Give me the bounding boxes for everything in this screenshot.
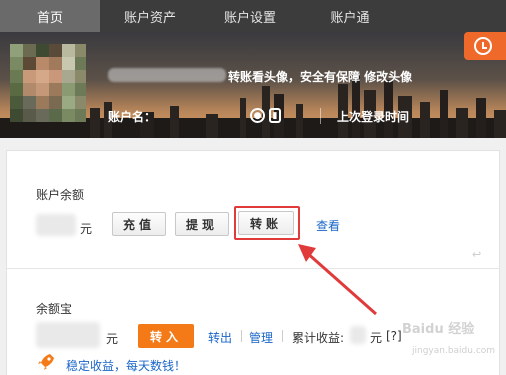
rocket-icon xyxy=(38,354,54,370)
yuebao-slogan-link[interactable]: 稳定收益，每天数钱！ xyxy=(66,357,186,374)
recharge-button[interactable]: 充值 xyxy=(112,212,166,236)
yuebao-unit: 元 xyxy=(106,332,119,346)
avatar-tip[interactable]: 转账看头像，安全有保障 修改头像 xyxy=(228,68,412,85)
user-verified-icon[interactable]: ● xyxy=(250,108,265,123)
transfer-in-button[interactable]: 转入 xyxy=(138,324,194,348)
tab-account-settings[interactable]: 账户设置 xyxy=(200,0,300,32)
yuebao-title: 余额宝 xyxy=(36,302,73,316)
section-divider xyxy=(6,268,500,269)
balance-amount-blurred xyxy=(36,214,76,236)
top-navigation: 首页 账户资产 账户设置 账户通 xyxy=(0,0,506,32)
cumulative-amount-blurred xyxy=(350,326,366,344)
profile-banner: 转账看头像，安全有保障 修改头像 账户名： ● ▮ 上次登录时间 xyxy=(0,32,506,138)
divider xyxy=(241,330,242,342)
account-name-label: 账户名： xyxy=(108,110,157,124)
identity-icons: ● ▮ xyxy=(250,108,281,123)
tab-account-pass[interactable]: 账户通 xyxy=(300,0,400,32)
username-blurred xyxy=(108,68,226,82)
cumulative-earnings-label: 累计收益: xyxy=(292,331,345,345)
watermark: Baidu 经验 xyxy=(402,322,475,337)
divider xyxy=(282,330,283,342)
transfer-out-link[interactable]: 转出 xyxy=(208,329,232,346)
avatar[interactable] xyxy=(10,44,86,122)
yuebao-amount-blurred xyxy=(36,322,100,348)
watermark-url: jingyan.baidu.com xyxy=(412,346,496,356)
clock-icon xyxy=(474,37,492,55)
tab-account-assets[interactable]: 账户资产 xyxy=(100,0,200,32)
alarm-clock-badge[interactable] xyxy=(464,32,506,60)
balance-title: 账户余额 xyxy=(36,188,85,202)
return-arrow-icon: ↩ xyxy=(472,248,482,261)
cumulative-unit: 元 xyxy=(370,331,383,345)
balance-unit: 元 xyxy=(80,222,93,236)
manage-link[interactable]: 管理 xyxy=(249,329,273,346)
phone-icon[interactable]: ▮ xyxy=(269,108,281,123)
tab-home[interactable]: 首页 xyxy=(0,0,100,32)
transfer-button[interactable]: 转账 xyxy=(238,211,294,235)
help-badge[interactable]: [?] xyxy=(386,329,402,343)
withdraw-button[interactable]: 提现 xyxy=(175,212,229,236)
last-login-label: 上次登录时间 xyxy=(337,110,410,124)
view-link[interactable]: 查看 xyxy=(316,217,340,234)
divider xyxy=(320,108,321,124)
